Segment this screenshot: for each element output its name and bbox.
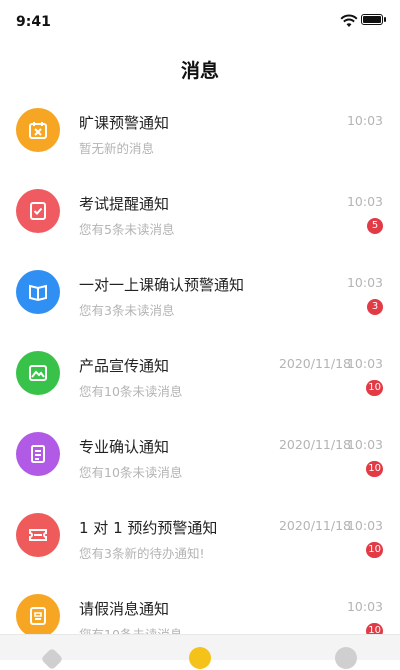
calendar-x-icon	[16, 108, 60, 152]
message-subtitle: 暂无新的消息	[79, 141, 155, 156]
image-icon	[16, 351, 60, 395]
message-item[interactable]: 产品宣传通知 您有10条未读消息 2020/11/18 10:03 10	[0, 331, 400, 412]
unread-badge: 10	[366, 542, 383, 558]
battery-icon	[361, 14, 386, 25]
message-subtitle: 您有5条未读消息	[79, 222, 175, 237]
message-date: 2020/11/18	[278, 356, 351, 371]
unread-badge: 5	[367, 218, 383, 234]
message-title: 请假消息通知	[79, 600, 170, 618]
book-icon	[16, 270, 60, 314]
message-item[interactable]: 一对一上课确认预警通知 您有3条未读消息 10:03 3	[0, 250, 400, 331]
message-time: 10:03	[346, 437, 383, 452]
message-item[interactable]: 旷课预警通知 暂无新的消息 10:03	[0, 88, 400, 169]
message-title: 专业确认通知	[79, 438, 170, 456]
checklist-icon	[16, 189, 60, 233]
message-item[interactable]: 1 对 1 预约预警通知 您有3条新的待办通知! 2020/11/18 10:03 10	[0, 493, 400, 574]
message-date: 2020/11/18	[278, 518, 351, 533]
message-time: 10:03	[346, 518, 383, 533]
unread-badge: 10	[366, 461, 383, 477]
message-title: 旷课预警通知	[79, 114, 170, 132]
message-subtitle: 您有3条未读消息	[79, 303, 175, 318]
status-time: 9:41	[16, 14, 51, 30]
tab-bar	[0, 634, 400, 670]
unread-badge: 3	[367, 299, 383, 315]
page-title: 消息	[180, 60, 219, 82]
message-date: 2020/11/18	[278, 437, 351, 452]
message-time: 10:03	[346, 194, 383, 209]
message-title: 产品宣传通知	[79, 357, 170, 375]
message-title: 考试提醒通知	[79, 195, 170, 213]
status-bar: 9:41	[0, 0, 400, 44]
leave-note-icon	[16, 594, 60, 638]
ticket-icon	[16, 513, 60, 557]
unread-badge: 10	[366, 380, 383, 396]
message-list: 旷课预警通知 暂无新的消息 10:03 考试提醒通知 您有5条未读消息 10:03 5 一对一…	[0, 88, 400, 655]
document-icon	[16, 432, 60, 476]
profile-icon[interactable]	[335, 647, 357, 669]
message-item[interactable]: 专业确认通知 您有10条未读消息 2020/11/18 10:03 10	[0, 412, 400, 493]
message-item[interactable]: 考试提醒通知 您有5条未读消息 10:03 5	[0, 169, 400, 250]
message-subtitle: 您有3条新的待办通知!	[79, 546, 205, 561]
wifi-icon	[340, 14, 358, 27]
message-time: 10:03	[346, 275, 383, 290]
message-icon[interactable]	[189, 647, 211, 669]
message-time: 10:03	[346, 356, 383, 371]
home-icon[interactable]	[40, 647, 64, 670]
message-time: 10:03	[346, 599, 383, 614]
message-subtitle: 您有10条未读消息	[79, 384, 183, 399]
message-time: 10:03	[346, 113, 383, 128]
message-title: 1 对 1 预约预警通知	[79, 519, 218, 537]
message-title: 一对一上课确认预警通知	[79, 276, 245, 294]
message-subtitle: 您有10条未读消息	[79, 465, 183, 480]
